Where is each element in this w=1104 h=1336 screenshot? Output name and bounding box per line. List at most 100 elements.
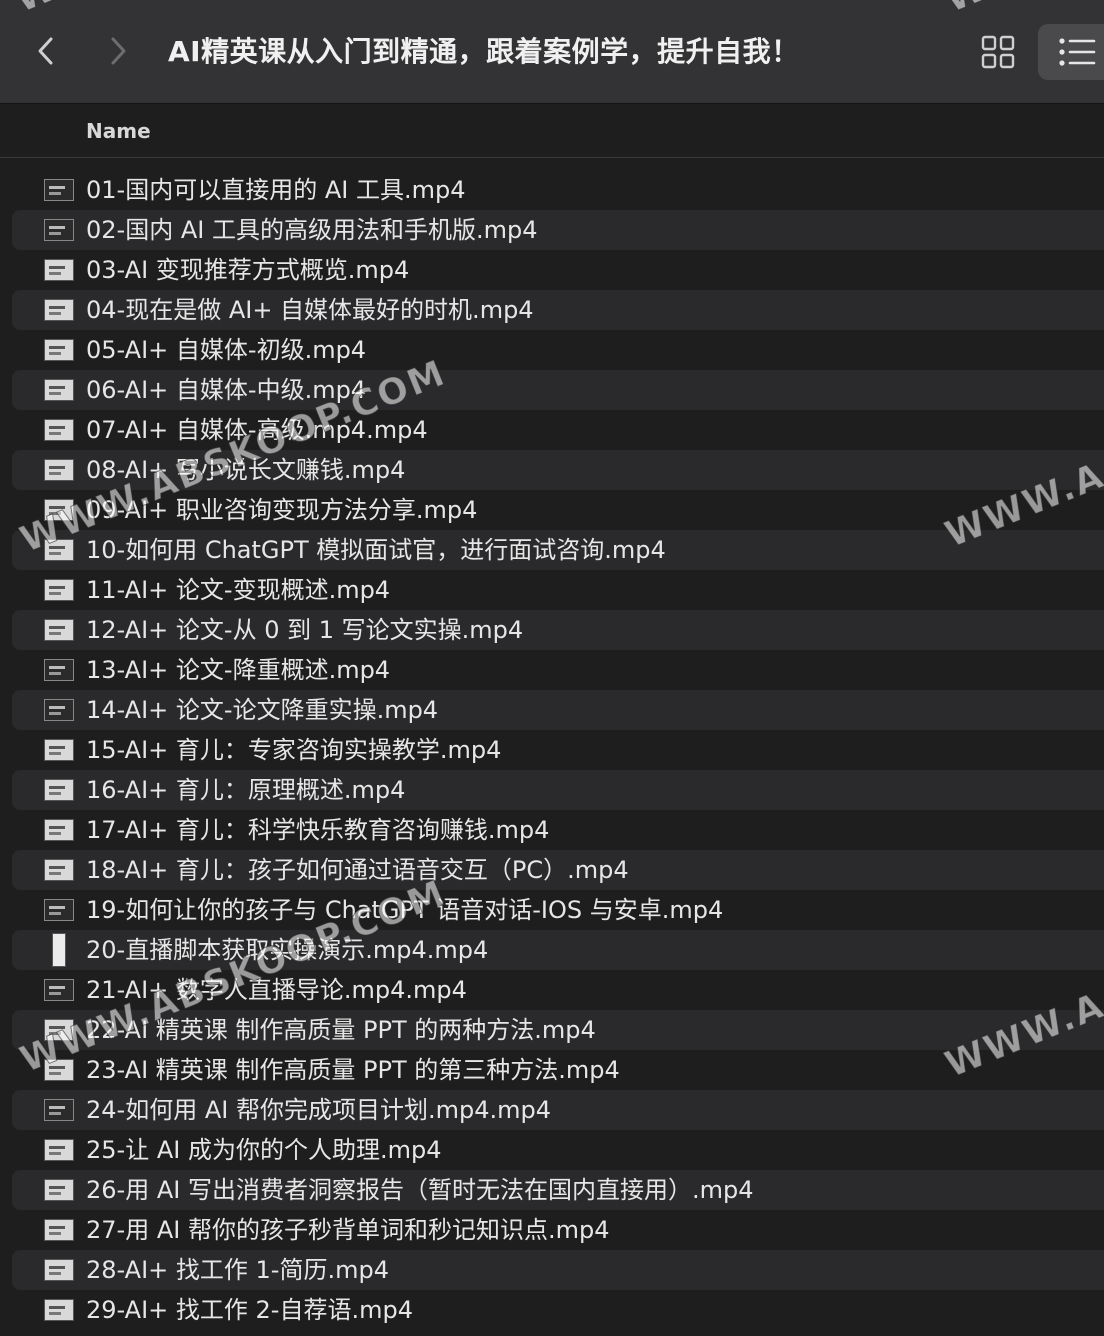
file-name: 21-AI+ 数字人直播导论.mp4.mp4 [86, 976, 467, 1004]
video-thumbnail-icon [44, 659, 74, 681]
video-thumbnail-icon [44, 979, 74, 1001]
file-name: 09-AI+ 职业咨询变现方法分享.mp4 [86, 496, 478, 524]
video-thumbnail-icon [44, 179, 74, 201]
file-row[interactable]: 22-AI 精英课 制作高质量 PPT 的两种方法.mp4 [12, 1010, 1104, 1050]
file-row[interactable]: 04-现在是做 AI+ 自媒体最好的时机.mp4 [12, 290, 1104, 330]
file-row[interactable]: 06-AI+ 自媒体-中级.mp4 [12, 370, 1104, 410]
video-thumbnail-icon [44, 699, 74, 721]
video-thumbnail-icon [44, 819, 74, 841]
video-thumbnail-icon [44, 579, 74, 601]
file-row[interactable]: 27-用 AI 帮你的孩子秒背单词和秒记知识点.mp4 [12, 1210, 1104, 1250]
file-row[interactable]: 03-AI 变现推荐方式概览.mp4 [12, 250, 1104, 290]
video-thumbnail-icon [44, 219, 74, 241]
file-row[interactable]: 19-如何让你的孩子与 ChatGPT 语音对话-IOS 与安卓.mp4 [12, 890, 1104, 930]
video-thumbnail-icon [44, 259, 74, 281]
file-name: 20-直播脚本获取实操演示.mp4.mp4 [86, 936, 489, 964]
file-row[interactable]: 07-AI+ 自媒体-高级.mp4.mp4 [12, 410, 1104, 450]
file-name: 28-AI+ 找工作 1-简历.mp4 [86, 1256, 389, 1284]
video-thumbnail-icon [44, 1299, 74, 1321]
video-thumbnail-icon [44, 1059, 74, 1081]
grid-view-button[interactable] [970, 24, 1026, 80]
file-row[interactable]: 10-如何用 ChatGPT 模拟面试官，进行面试咨询.mp4 [12, 530, 1104, 570]
video-thumbnail-icon [44, 1219, 74, 1241]
video-thumbnail-icon [44, 1099, 74, 1121]
file-name: 02-国内 AI 工具的高级用法和手机版.mp4 [86, 216, 538, 244]
file-name: 16-AI+ 育儿：原理概述.mp4 [86, 776, 406, 804]
file-name: 18-AI+ 育儿：孩子如何通过语音交互（PC）.mp4 [86, 856, 629, 884]
video-thumbnail-icon [44, 1019, 74, 1041]
file-name: 23-AI 精英课 制作高质量 PPT 的第三种方法.mp4 [86, 1056, 620, 1084]
video-thumbnail-icon [44, 619, 74, 641]
file-row[interactable]: 25-让 AI 成为你的个人助理.mp4 [12, 1130, 1104, 1170]
list-view-icon [1059, 38, 1096, 66]
file-row[interactable]: 08-AI+ 写小说长文赚钱.mp4 [12, 450, 1104, 490]
file-row[interactable]: 05-AI+ 自媒体-初级.mp4 [12, 330, 1104, 370]
list-view-button[interactable] [1038, 24, 1104, 80]
file-name: 01-国内可以直接用的 AI 工具.mp4 [86, 176, 466, 204]
file-name: 19-如何让你的孩子与 ChatGPT 语音对话-IOS 与安卓.mp4 [86, 896, 724, 924]
file-name: 29-AI+ 找工作 2-自荐语.mp4 [86, 1296, 413, 1324]
window-title: AI精英课从入门到精通，跟着案例学，提升自我！ [168, 35, 800, 68]
file-name: 26-用 AI 写出消费者洞察报告（暂时无法在国内直接用）.mp4 [86, 1176, 754, 1204]
forward-button[interactable] [102, 30, 134, 72]
file-name: 07-AI+ 自媒体-高级.mp4.mp4 [86, 416, 428, 444]
file-name: 10-如何用 ChatGPT 模拟面试官，进行面试咨询.mp4 [86, 536, 666, 564]
file-name: 15-AI+ 育儿：专家咨询实操教学.mp4 [86, 736, 502, 764]
video-thumbnail-icon [44, 499, 74, 521]
chevron-left-icon [38, 37, 53, 65]
video-thumbnail-icon [44, 299, 74, 321]
grid-view-icon [981, 35, 1015, 69]
file-row[interactable]: 20-直播脚本获取实操演示.mp4.mp4 [12, 930, 1104, 970]
file-row[interactable]: 24-如何用 AI 帮你完成项目计划.mp4.mp4 [12, 1090, 1104, 1130]
file-name: 11-AI+ 论文-变现概述.mp4 [86, 576, 391, 604]
file-row[interactable]: 16-AI+ 育儿：原理概述.mp4 [12, 770, 1104, 810]
file-row[interactable]: 23-AI 精英课 制作高质量 PPT 的第三种方法.mp4 [12, 1050, 1104, 1090]
file-row[interactable]: 26-用 AI 写出消费者洞察报告（暂时无法在国内直接用）.mp4 [12, 1170, 1104, 1210]
file-row[interactable]: 18-AI+ 育儿：孩子如何通过语音交互（PC）.mp4 [12, 850, 1104, 890]
file-list: 01-国内可以直接用的 AI 工具.mp4 02-国内 AI 工具的高级用法和手机… [0, 170, 1104, 1330]
chevron-right-icon [111, 37, 126, 65]
file-name: 06-AI+ 自媒体-中级.mp4 [86, 376, 367, 404]
video-thumbnail-icon [44, 339, 74, 361]
file-name: 12-AI+ 论文-从 0 到 1 写论文实操.mp4 [86, 616, 524, 644]
file-row[interactable]: 14-AI+ 论文-论文降重实操.mp4 [12, 690, 1104, 730]
file-row[interactable]: 01-国内可以直接用的 AI 工具.mp4 [12, 170, 1104, 210]
video-thumbnail-icon [44, 539, 74, 561]
back-button[interactable] [30, 30, 62, 72]
file-row[interactable]: 29-AI+ 找工作 2-自荐语.mp4 [12, 1290, 1104, 1330]
video-thumbnail-icon [44, 1179, 74, 1201]
file-name: 03-AI 变现推荐方式概览.mp4 [86, 256, 410, 284]
file-row[interactable]: 17-AI+ 育儿：科学快乐教育咨询赚钱.mp4 [12, 810, 1104, 850]
file-name: 05-AI+ 自媒体-初级.mp4 [86, 336, 367, 364]
video-thumbnail-icon [44, 739, 74, 761]
video-thumbnail-icon [44, 859, 74, 881]
video-thumbnail-icon [44, 1139, 74, 1161]
file-name: 14-AI+ 论文-论文降重实操.mp4 [86, 696, 439, 724]
finder-window: AI精英课从入门到精通，跟着案例学，提升自我！ Name 01-国内可以直接用的… [0, 0, 1104, 1336]
video-thumbnail-icon [52, 933, 66, 967]
file-row[interactable]: 02-国内 AI 工具的高级用法和手机版.mp4 [12, 210, 1104, 250]
file-row[interactable]: 12-AI+ 论文-从 0 到 1 写论文实操.mp4 [12, 610, 1104, 650]
file-name: 08-AI+ 写小说长文赚钱.mp4 [86, 456, 406, 484]
file-row[interactable]: 13-AI+ 论文-降重概述.mp4 [12, 650, 1104, 690]
file-name: 24-如何用 AI 帮你完成项目计划.mp4.mp4 [86, 1096, 551, 1124]
name-column-header[interactable]: Name [86, 104, 151, 158]
video-thumbnail-icon [44, 899, 74, 921]
video-thumbnail-icon [44, 459, 74, 481]
column-header-row: Name [0, 104, 1104, 158]
video-thumbnail-icon [44, 379, 74, 401]
file-name: 13-AI+ 论文-降重概述.mp4 [86, 656, 391, 684]
file-row[interactable]: 28-AI+ 找工作 1-简历.mp4 [12, 1250, 1104, 1290]
file-name: 27-用 AI 帮你的孩子秒背单词和秒记知识点.mp4 [86, 1216, 610, 1244]
file-name: 17-AI+ 育儿：科学快乐教育咨询赚钱.mp4 [86, 816, 550, 844]
video-thumbnail-icon [44, 419, 74, 441]
title-bar: AI精英课从入门到精通，跟着案例学，提升自我！ [0, 0, 1104, 104]
file-name: 04-现在是做 AI+ 自媒体最好的时机.mp4 [86, 296, 534, 324]
file-row[interactable]: 21-AI+ 数字人直播导论.mp4.mp4 [12, 970, 1104, 1010]
video-thumbnail-icon [44, 779, 74, 801]
file-name: 25-让 AI 成为你的个人助理.mp4 [86, 1136, 442, 1164]
video-thumbnail-icon [44, 1259, 74, 1281]
file-row[interactable]: 15-AI+ 育儿：专家咨询实操教学.mp4 [12, 730, 1104, 770]
file-row[interactable]: 11-AI+ 论文-变现概述.mp4 [12, 570, 1104, 610]
file-row[interactable]: 09-AI+ 职业咨询变现方法分享.mp4 [12, 490, 1104, 530]
